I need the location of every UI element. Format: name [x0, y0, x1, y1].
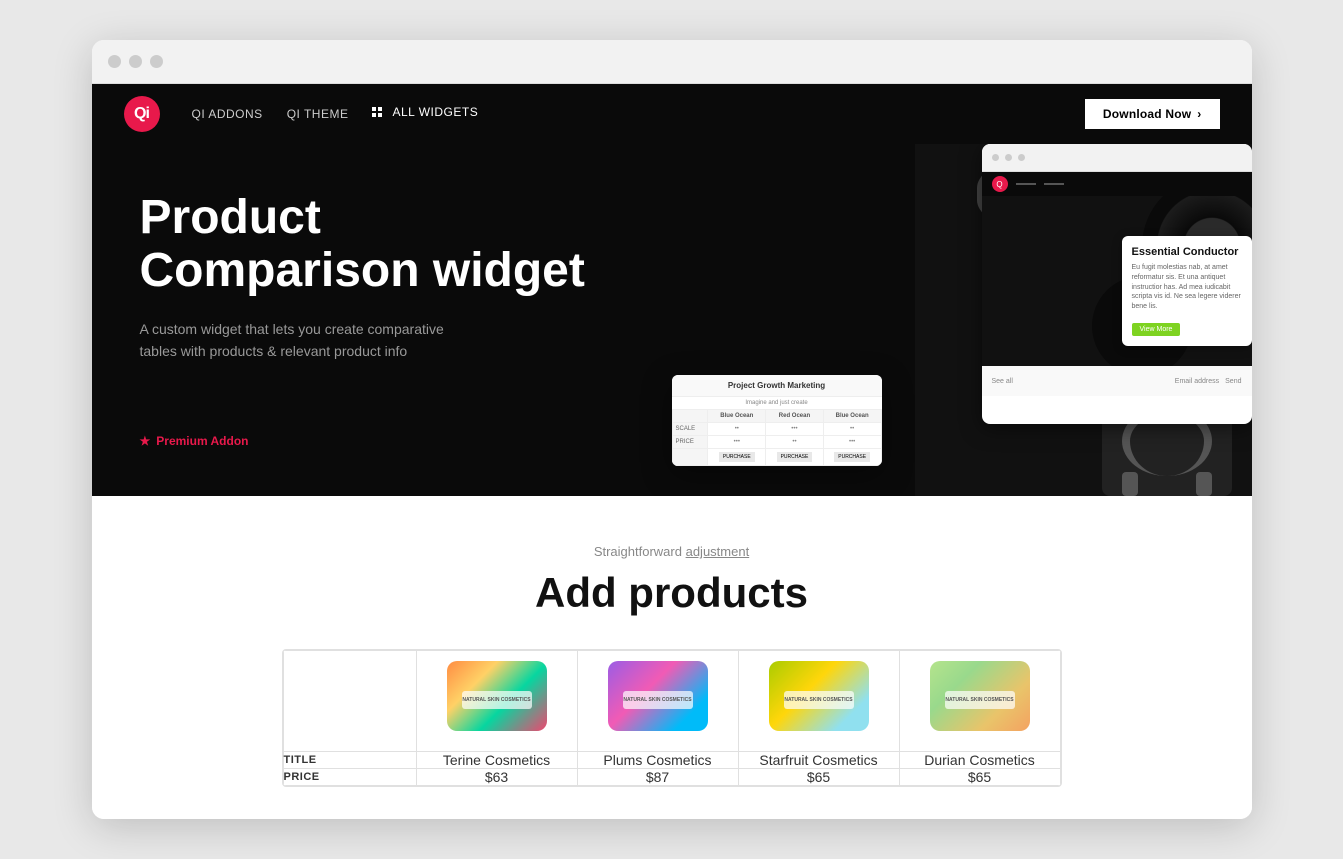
- cell-starfruit-price: $65: [738, 769, 899, 786]
- essential-conductor-card: Essential Conductor Eu fugit molestias n…: [1122, 236, 1252, 346]
- browser-window: Qi QI ADDONS QI THEME ALL WIDGETS: [92, 40, 1252, 819]
- download-button[interactable]: Download Now ›: [1085, 99, 1220, 129]
- terine-product-image: NATURAL SKIN COSMETICS: [447, 661, 547, 731]
- mock-browser-bar: [982, 144, 1252, 172]
- plums-product-image: NATURAL SKIN COSMETICS: [608, 661, 708, 731]
- product-image-durian: NATURAL SKIN COSMETICS: [900, 651, 1060, 751]
- table-header-empty: [283, 651, 416, 752]
- comparison-table-container: NATURAL SKIN COSMETICS NATURAL SKIN COSM…: [282, 649, 1062, 787]
- table-header-durian: NATURAL SKIN COSMETICS: [899, 651, 1060, 752]
- header-left: Qi QI ADDONS QI THEME ALL WIDGETS: [124, 96, 479, 132]
- hero-content: Product Comparison widget A custom widge…: [92, 144, 672, 496]
- table-header-terine: NATURAL SKIN COSMETICS: [416, 651, 577, 752]
- mock-hero-area: Essential Conductor Eu fugit molestias n…: [982, 196, 1252, 366]
- table-row-price: PRICE $63 $87 $65 $65: [283, 769, 1060, 786]
- browser-dot-yellow: [129, 55, 142, 68]
- cell-terine-title: Terine Cosmetics: [416, 752, 577, 769]
- table-header-starfruit: NATURAL SKIN COSMETICS: [738, 651, 899, 752]
- cell-plums-price: $87: [577, 769, 738, 786]
- table-row-title: TITLE Terine Cosmetics Plums Cosmetics S…: [283, 752, 1060, 769]
- section-eyebrow: Straightforward adjustment: [124, 544, 1220, 559]
- mock-site-header: Q: [982, 172, 1252, 196]
- browser-dot-red: [108, 55, 121, 68]
- main-nav: QI ADDONS QI THEME ALL WIDGETS: [192, 105, 479, 123]
- row-label-title: TITLE: [283, 752, 416, 769]
- product-image-terine: NATURAL SKIN COSMETICS: [417, 651, 577, 751]
- cell-terine-price: $63: [416, 769, 577, 786]
- nav-link-theme[interactable]: QI THEME: [287, 107, 349, 121]
- table-header-plums: NATURAL SKIN COSMETICS: [577, 651, 738, 752]
- hero-visuals: Q Essential Conductor Eu fugit molestias…: [672, 144, 1252, 496]
- hero-title: Product Comparison widget: [140, 192, 624, 298]
- product-image-plums: NATURAL SKIN COSMETICS: [578, 651, 738, 751]
- mock-comparison-table: Blue Ocean Red Ocean Blue Ocean SCALE ••…: [672, 409, 882, 466]
- nav-item-addons[interactable]: QI ADDONS: [192, 105, 263, 123]
- row-label-price: PRICE: [283, 769, 416, 786]
- view-more-button[interactable]: View More: [1132, 323, 1181, 336]
- comparison-table-mockup: Project Growth Marketing Imagine and jus…: [672, 375, 882, 466]
- arrow-right-icon: ›: [1197, 107, 1201, 121]
- logo[interactable]: Qi: [124, 96, 160, 132]
- star-icon: ★: [140, 434, 151, 448]
- tablet-mockup: Q Essential Conductor Eu fugit molestias…: [982, 144, 1252, 424]
- browser-chrome: [92, 40, 1252, 84]
- grid-icon: [372, 106, 384, 118]
- add-products-section: Straightforward adjustment Add products: [92, 496, 1252, 819]
- browser-dot-green: [150, 55, 163, 68]
- hero-dark-bg: Q Essential Conductor Eu fugit molestias…: [915, 144, 1251, 496]
- qi-logo-mark: Qi: [124, 96, 160, 132]
- card-body: Eu fugit molestias nab, at amet reformat…: [1132, 263, 1242, 312]
- premium-badge: ★ Premium Addon: [140, 434, 624, 448]
- cell-plums-title: Plums Cosmetics: [577, 752, 738, 769]
- comparison-table: NATURAL SKIN COSMETICS NATURAL SKIN COSM…: [283, 650, 1061, 786]
- nav-item-widgets[interactable]: ALL WIDGETS: [372, 105, 478, 123]
- starfruit-product-image: NATURAL SKIN COSMETICS: [769, 661, 869, 731]
- site-header: Qi QI ADDONS QI THEME ALL WIDGETS: [92, 84, 1252, 144]
- nav-item-theme[interactable]: QI THEME: [287, 105, 349, 123]
- cell-durian-price: $65: [899, 769, 1060, 786]
- hero-description: A custom widget that lets you create com…: [140, 318, 460, 363]
- card-title: Essential Conductor: [1132, 246, 1242, 258]
- cell-starfruit-title: Starfruit Cosmetics: [738, 752, 899, 769]
- cell-durian-title: Durian Cosmetics: [899, 752, 1060, 769]
- section-title: Add products: [124, 569, 1220, 617]
- nav-link-widgets[interactable]: ALL WIDGETS: [372, 105, 478, 119]
- hero-section: Product Comparison widget A custom widge…: [92, 144, 1252, 496]
- product-image-starfruit: NATURAL SKIN COSMETICS: [739, 651, 899, 751]
- durian-product-image: NATURAL SKIN COSMETICS: [930, 661, 1030, 731]
- nav-link-addons[interactable]: QI ADDONS: [192, 107, 263, 121]
